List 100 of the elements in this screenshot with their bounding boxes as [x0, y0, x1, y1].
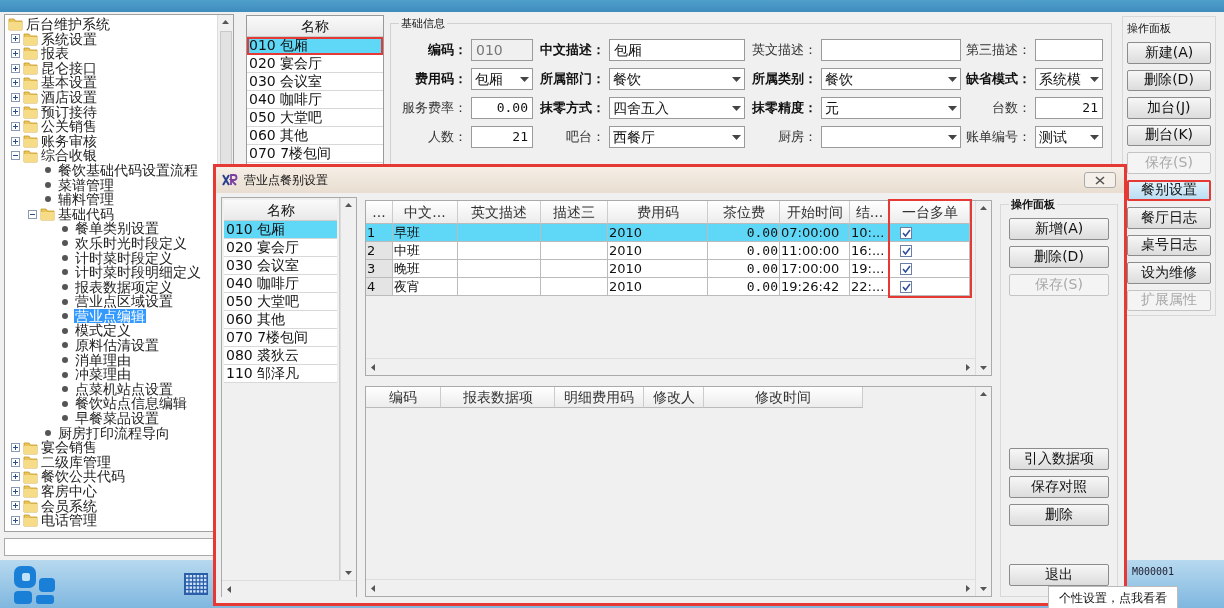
list-item[interactable]: 080 裘狄云	[224, 347, 337, 365]
panel-button[interactable]: 新建(A)	[1127, 42, 1211, 64]
panel-button[interactable]: 删台(K)	[1127, 124, 1211, 146]
tree-item[interactable]: 后台维护系统	[25, 17, 111, 32]
arrow-up-icon[interactable]	[344, 202, 353, 208]
arrow-left-icon[interactable]	[370, 362, 376, 372]
arrow-left-icon[interactable]	[370, 583, 376, 593]
panel-button[interactable]: 引入数据项	[1009, 448, 1109, 470]
arrow-up-icon[interactable]	[221, 19, 230, 25]
panel-button[interactable]: 删除(D)	[1009, 246, 1109, 268]
tree-item[interactable]: 营业点区域设置	[74, 294, 174, 309]
dropdown[interactable]: 西餐厅	[609, 126, 745, 148]
list-item[interactable]: 060 其他	[247, 127, 383, 145]
tree-item[interactable]: 辅料管理	[57, 192, 115, 207]
scrollbar[interactable]	[340, 198, 356, 580]
checkbox[interactable]	[900, 280, 912, 293]
column-header[interactable]: 描述三	[541, 201, 608, 224]
tree-item[interactable]: 餐饮基础代码设置流程	[57, 162, 199, 178]
tree-item[interactable]: 账务审核	[40, 133, 98, 149]
list-item[interactable]: 030 会议室	[247, 73, 383, 91]
tree-item[interactable]: 宴会销售	[40, 440, 98, 455]
arrow-right-icon[interactable]	[965, 583, 971, 593]
list-item[interactable]: 070 7楼包间	[247, 145, 383, 163]
list-item[interactable]: 030 会议室	[224, 257, 337, 275]
tree-item[interactable]: 二级库管理	[40, 454, 112, 470]
tree-item[interactable]: 昆仑接口	[40, 60, 98, 76]
column-header[interactable]: 中文...	[393, 201, 458, 224]
panel-button[interactable]: 桌号日志	[1127, 234, 1211, 256]
tree-item[interactable]: 模式定义	[74, 323, 132, 339]
expand-toggle-icon[interactable]	[11, 457, 20, 467]
tree-item[interactable]: 原料估清设置	[74, 338, 160, 353]
expand-toggle-icon[interactable]	[11, 136, 20, 146]
tree-item[interactable]: 欢乐时光时段定义	[74, 235, 188, 251]
checkbox[interactable]	[900, 226, 912, 239]
input-field[interactable]: 21	[471, 126, 533, 148]
dropdown[interactable]: 四舍五入	[609, 97, 745, 119]
panel-button[interactable]: 删除(D)	[1127, 69, 1211, 91]
arrow-up-icon[interactable]	[979, 391, 988, 397]
expand-toggle-icon[interactable]	[11, 107, 20, 117]
dropdown[interactable]: 包厢	[471, 68, 533, 90]
tree-item[interactable]: 酒店设置	[40, 89, 98, 105]
column-header[interactable]: 一台多单	[890, 201, 970, 224]
expand-toggle-icon[interactable]	[11, 63, 20, 73]
tree-item[interactable]: 基本设置	[40, 75, 98, 90]
panel-button[interactable]: 退出	[1009, 564, 1109, 586]
dropdown[interactable]: 餐饮	[609, 68, 745, 90]
expand-toggle-icon[interactable]	[11, 78, 20, 88]
tree-item[interactable]: 客房中心	[40, 484, 98, 499]
scrollbar[interactable]	[222, 580, 356, 597]
column-header[interactable]: 明细费用码	[555, 387, 644, 408]
panel-button[interactable]: 餐别设置	[1127, 179, 1211, 201]
expand-toggle-icon[interactable]	[11, 34, 20, 44]
tree-item[interactable]: 消单理由	[74, 352, 132, 368]
expand-toggle-icon[interactable]	[11, 92, 20, 102]
expand-toggle-icon[interactable]	[11, 501, 20, 511]
list-item[interactable]: 060 其他	[224, 311, 337, 329]
column-header[interactable]: 茶位费	[708, 201, 780, 224]
tree-item[interactable]: 电话管理	[40, 513, 98, 528]
close-button[interactable]	[1084, 172, 1116, 188]
input-field[interactable]: 包厢	[609, 39, 745, 61]
column-header[interactable]: 英文描述	[458, 201, 541, 224]
tree-item[interactable]: 综合收银	[40, 148, 98, 163]
tree-item[interactable]: 会员系统	[40, 498, 98, 514]
tree-item[interactable]: 冲菜理由	[74, 367, 132, 382]
expand-toggle-icon[interactable]	[11, 472, 20, 482]
checkbox[interactable]	[900, 262, 912, 275]
panel-button[interactable]: 新增(A)	[1009, 218, 1109, 240]
dropdown[interactable]: 系统模	[1035, 68, 1103, 90]
list-item[interactable]: 020 宴会厅	[224, 239, 337, 257]
expand-toggle-icon[interactable]	[28, 209, 37, 219]
tree-item[interactable]: 早餐菜品设置	[74, 411, 160, 426]
tree-item[interactable]: 报表	[40, 46, 70, 61]
expand-toggle-icon[interactable]	[11, 121, 20, 131]
tree-item[interactable]: 系统设置	[40, 31, 98, 47]
arrow-down-icon[interactable]	[979, 365, 988, 371]
input-field[interactable]: 0.00	[471, 97, 533, 119]
column-header[interactable]: 开始时间	[780, 201, 850, 224]
expand-toggle-icon[interactable]	[11, 151, 20, 161]
input-field[interactable]	[821, 39, 961, 61]
column-header[interactable]: 修改时间	[704, 387, 863, 408]
checkbox[interactable]	[900, 244, 912, 257]
dropdown[interactable]	[821, 126, 961, 148]
column-header[interactable]: 结...	[850, 201, 890, 224]
tree-item[interactable]: 预订接待	[40, 104, 98, 120]
tree-item[interactable]: 餐饮公共代码	[40, 469, 126, 484]
column-header[interactable]: ...	[366, 201, 393, 224]
dropdown[interactable]: 元	[821, 97, 961, 119]
column-header[interactable]: 修改人	[644, 387, 704, 408]
expand-toggle-icon[interactable]	[11, 443, 20, 452]
panel-button[interactable]: 删除	[1009, 504, 1109, 526]
dropdown[interactable]: 测试	[1035, 126, 1103, 148]
column-header[interactable]: 费用码	[608, 201, 708, 224]
dropdown[interactable]: 餐饮	[821, 68, 961, 90]
arrow-up-icon[interactable]	[979, 205, 988, 211]
panel-button[interactable]: 加台(J)	[1127, 97, 1211, 119]
arrow-down-icon[interactable]	[344, 570, 353, 576]
list-item[interactable]: 010 包厢	[224, 221, 337, 239]
tree-item[interactable]: 基础代码	[57, 206, 115, 222]
tree-item[interactable]: 厨房打印流程导向	[57, 425, 171, 441]
tree-item[interactable]: 计时菜时段定义	[74, 250, 174, 266]
